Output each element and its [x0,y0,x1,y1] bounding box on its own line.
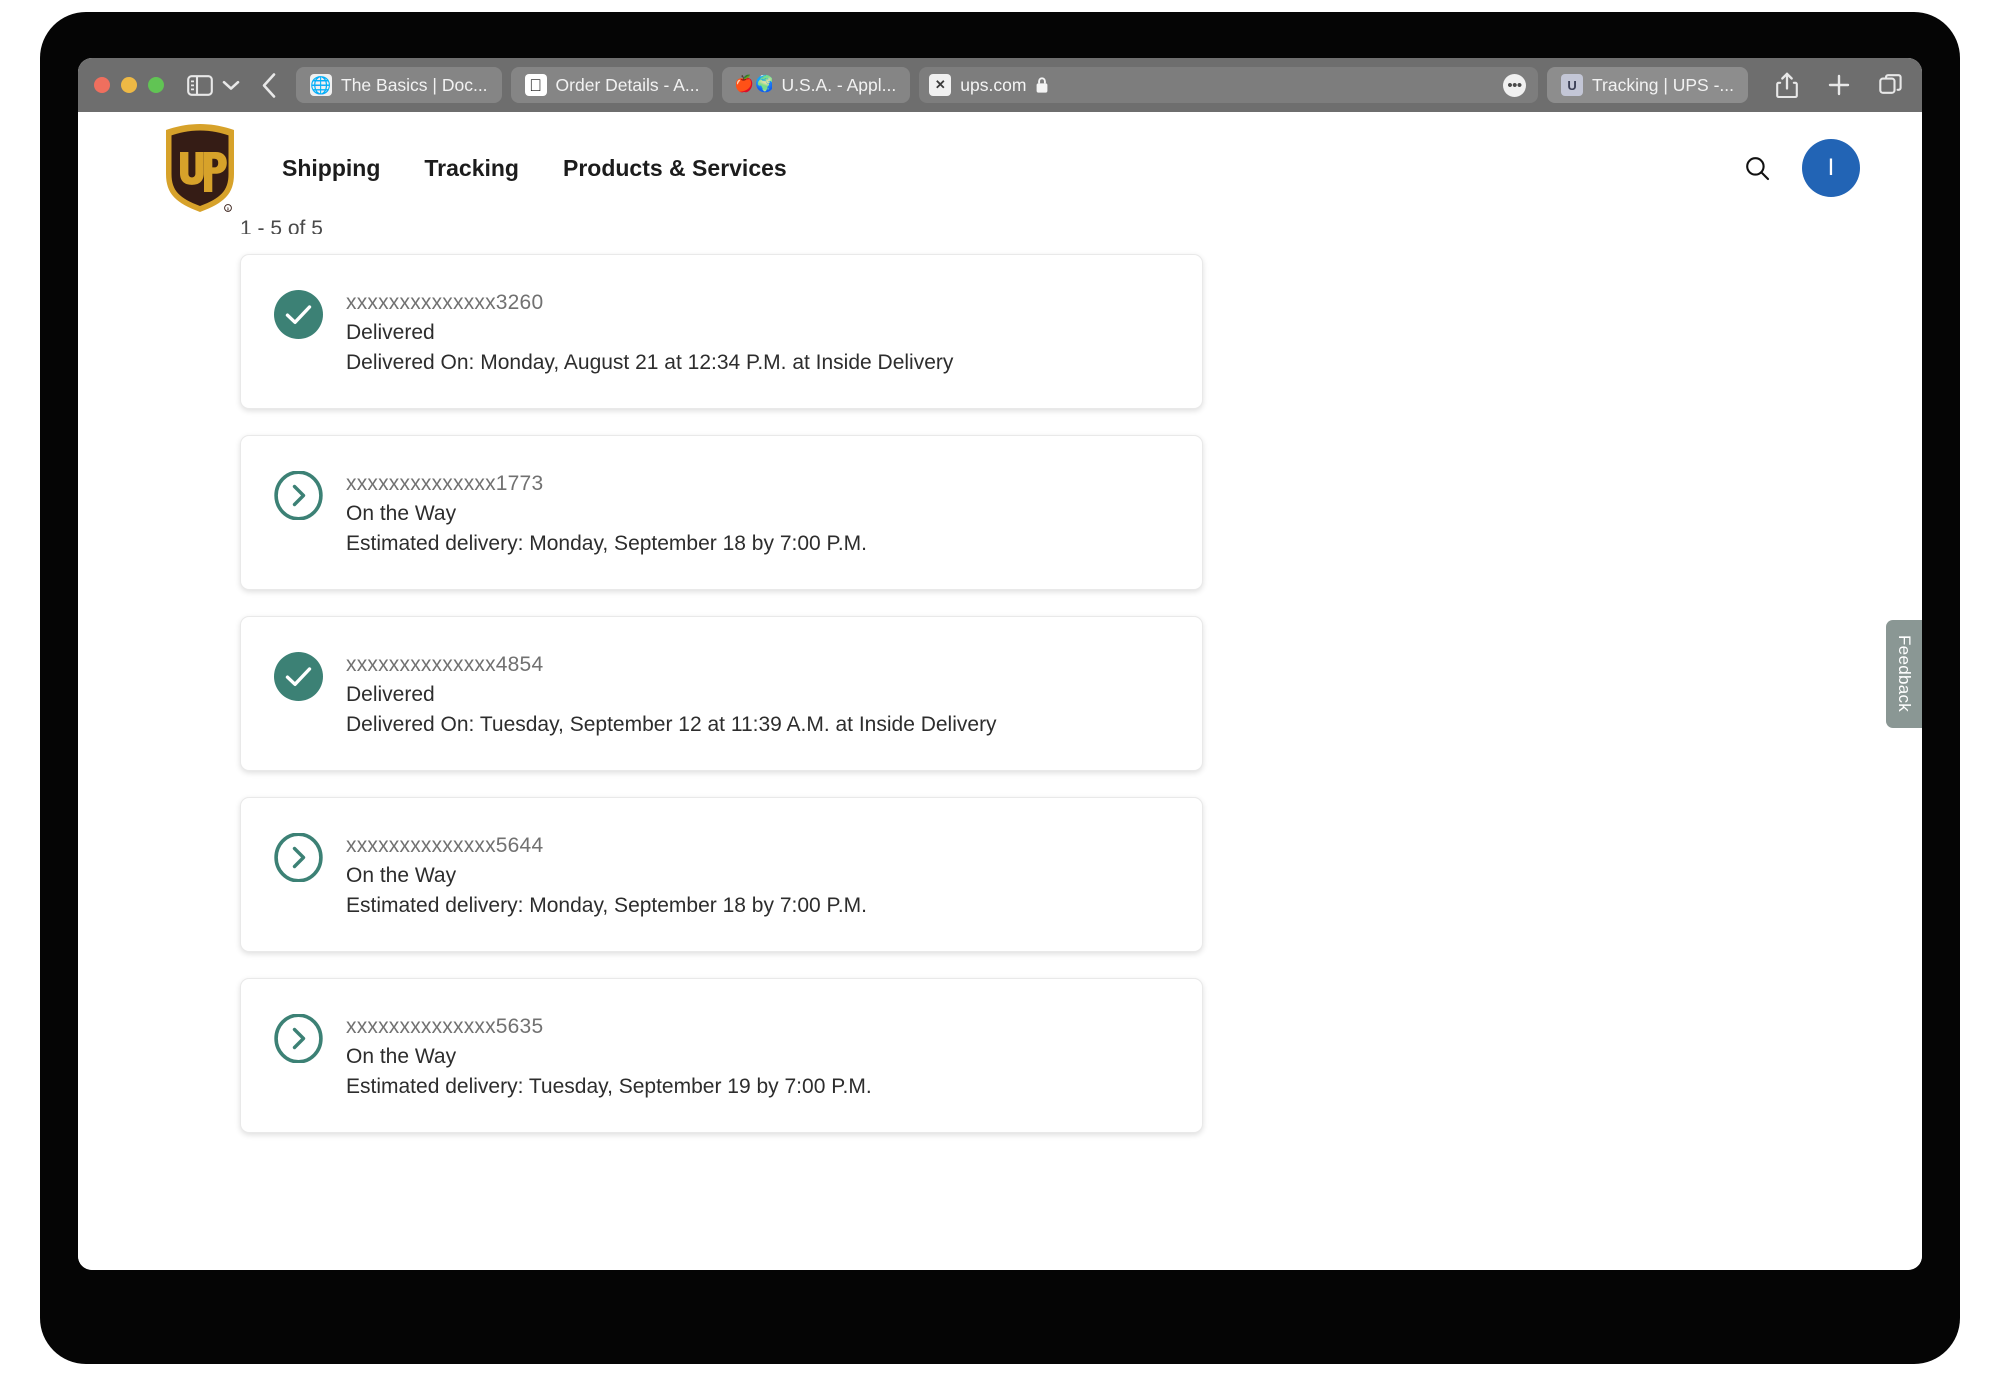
tracking-number: xxxxxxxxxxxxxx5635 [346,1012,872,1042]
status-detail: Estimated delivery: Monday, September 18… [346,529,867,559]
tab-title: Order Details - A... [556,75,700,96]
tab-title: U.S.A. - Appl... [781,75,896,96]
browser-tab[interactable]: 🌐 The Basics | Doc... [296,67,502,103]
status-label: Delivered [346,318,953,348]
browser-toolbar: 🌐 The Basics | Doc...  Order Details - … [78,58,1922,112]
shipment-card[interactable]: xxxxxxxxxxxxxx1773 On the Way Estimated … [240,435,1203,590]
browser-window: 🌐 The Basics | Doc...  Order Details - … [78,58,1922,1270]
shipment-card-list: xxxxxxxxxxxxxx3260 Delivered Delivered O… [240,254,1922,1133]
window-controls [94,77,164,93]
browser-tab[interactable]: 🍎🌍 U.S.A. - Appl... [722,67,910,103]
chevron-right-circle-icon [274,471,323,520]
minimize-window-button[interactable] [121,77,137,93]
tab-title: Tracking | UPS -... [1592,75,1734,96]
toolbar-actions [1774,71,1904,99]
shipment-card[interactable]: xxxxxxxxxxxxxx3260 Delivered Delivered O… [240,254,1203,409]
tab-overview-icon[interactable] [1878,71,1904,99]
shipment-details: xxxxxxxxxxxxxx3260 Delivered Delivered O… [346,287,953,378]
feedback-label: Feedback [1894,635,1914,712]
apple-icon:  [525,74,547,96]
avatar[interactable]: I [1802,139,1860,197]
address-bar[interactable]: ✕ ups.com ••• [919,67,1538,103]
tracking-number: xxxxxxxxxxxxxx3260 [346,288,953,318]
shipment-details: xxxxxxxxxxxxxx1773 On the Way Estimated … [346,468,867,559]
ups-icon: U [1561,74,1583,96]
chevron-right-circle-icon [274,833,323,882]
tracking-number: xxxxxxxxxxxxxx5644 [346,831,867,861]
sidebar-toggle-icon[interactable] [186,74,214,96]
shipment-card[interactable]: xxxxxxxxxxxxxx5644 On the Way Estimated … [240,797,1203,952]
ups-logo[interactable]: R [160,122,240,214]
status-detail: Estimated delivery: Monday, September 18… [346,891,867,921]
status-label: Delivered [346,680,997,710]
status-detail: Estimated delivery: Tuesday, September 1… [346,1072,872,1102]
shipment-details: xxxxxxxxxxxxxx4854 Delivered Delivered O… [346,649,997,740]
shipment-card[interactable]: xxxxxxxxxxxxxx4854 Delivered Delivered O… [240,616,1203,771]
site-header: R Shipping Tracking Products & Services [78,112,1922,224]
check-circle-icon [274,290,323,339]
chevron-down-icon[interactable] [220,74,242,96]
x-icon: ✕ [929,74,951,96]
maximize-window-button[interactable] [148,77,164,93]
tab-title: The Basics | Doc... [341,75,488,96]
result-count: 1 - 5 of 5 [240,218,1922,234]
lock-icon [1035,76,1049,94]
browser-tab-active[interactable]: U Tracking | UPS -... [1547,67,1748,103]
main-navigation: Shipping Tracking Products & Services [282,155,787,182]
tab-strip: 🌐 The Basics | Doc...  Order Details - … [296,67,1748,103]
shipment-details: xxxxxxxxxxxxxx5644 On the Way Estimated … [346,830,867,921]
browser-tab[interactable]:  Order Details - A... [511,67,714,103]
apple-globe-icon: 🍎🌍 [736,74,772,96]
page-content: R Shipping Tracking Products & Services [78,112,1922,1270]
feedback-tab[interactable]: Feedback [1886,620,1922,728]
status-detail: Delivered On: Tuesday, September 12 at 1… [346,710,997,740]
search-icon[interactable] [1742,153,1772,183]
share-icon[interactable] [1774,71,1800,99]
status-label: On the Way [346,1042,872,1072]
status-detail: Delivered On: Monday, August 21 at 12:34… [346,348,953,378]
nav-item-tracking[interactable]: Tracking [424,155,519,182]
shipment-card[interactable]: xxxxxxxxxxxxxx5635 On the Way Estimated … [240,978,1203,1133]
tracking-results: 1 - 5 of 5 xxxxxxxxxxxxxx3260 Delive [78,218,1922,1133]
check-circle-icon [274,652,323,701]
tracking-number: xxxxxxxxxxxxxx1773 [346,469,867,499]
chevron-right-circle-icon [274,1014,323,1063]
close-window-button[interactable] [94,77,110,93]
tracking-number: xxxxxxxxxxxxxx4854 [346,650,997,680]
nav-item-shipping[interactable]: Shipping [282,155,380,182]
header-actions: I [1742,139,1860,197]
nav-item-products-services[interactable]: Products & Services [563,155,787,182]
globe-icon: 🌐 [310,74,332,96]
desktop-background: 🌐 The Basics | Doc...  Order Details - … [0,0,2000,1375]
svg-text:R: R [227,206,230,211]
status-label: On the Way [346,499,867,529]
shipment-details: xxxxxxxxxxxxxx5635 On the Way Estimated … [346,1011,872,1102]
more-menu-button[interactable]: ••• [1503,74,1526,97]
url-text: ups.com [960,75,1026,96]
status-label: On the Way [346,861,867,891]
back-button[interactable] [256,72,282,98]
new-tab-icon[interactable] [1826,71,1852,99]
